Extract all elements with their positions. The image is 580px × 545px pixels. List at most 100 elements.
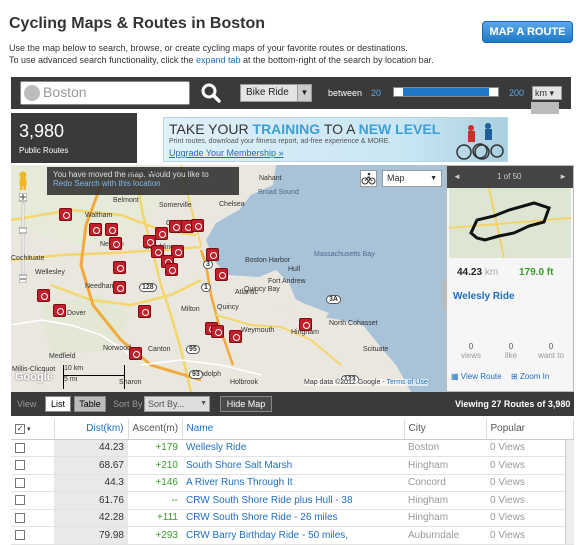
row-name-link[interactable]: CRW South Shore Ride - 26 miles <box>182 509 404 527</box>
row-city: Hingham <box>404 456 486 475</box>
row-popular: 0 Views <box>486 491 574 510</box>
row-name-link[interactable]: A River Runs Through It <box>182 474 404 492</box>
redo-search-link[interactable]: Redo Search with this location <box>53 179 233 188</box>
row-name-link[interactable]: CRW Barry Birthday Ride - 50 miles, <box>182 526 404 545</box>
cycling-marker-icon[interactable] <box>165 263 178 276</box>
cycling-marker-icon[interactable] <box>138 305 151 318</box>
column-ascent[interactable]: Ascent(m) <box>128 419 183 440</box>
cycling-marker-icon[interactable] <box>129 347 142 360</box>
map-view[interactable]: You have moved the map. Would you like t… <box>11 165 446 392</box>
cycling-marker-icon[interactable] <box>155 227 168 240</box>
checkbox-icon[interactable] <box>15 495 25 506</box>
cycling-marker-icon[interactable] <box>299 318 312 331</box>
table-row[interactable]: 61.76 -- CRW South Shore Ride plus Hull - … <box>11 491 574 510</box>
views-count: 0 <box>468 342 474 351</box>
row-popular: 0 Views <box>486 509 574 527</box>
next-arrow-icon[interactable]: ► <box>559 166 567 188</box>
column-dist[interactable]: Dist(km) <box>54 419 129 440</box>
pegman-icon[interactable] <box>16 171 30 191</box>
terms-link[interactable]: Terms of Use <box>386 379 427 386</box>
cycling-marker-icon[interactable] <box>109 237 122 250</box>
map-a-route-button[interactable]: MAP A ROUTE <box>482 21 573 43</box>
like-stat[interactable]: 0 like <box>495 342 527 360</box>
tab-list[interactable]: List <box>45 396 71 412</box>
row-ascent: +210 <box>128 456 182 475</box>
row-checkbox[interactable] <box>11 439 54 457</box>
table-row[interactable]: 44.3 +146 A River Runs Through It Concord 0 … <box>11 474 574 492</box>
hide-map-button[interactable]: Hide Map <box>220 396 272 412</box>
table-row[interactable]: 79.98 +293 CRW Barry Birthday Ride - 50 mi… <box>11 526 574 545</box>
like-label: like <box>504 351 517 360</box>
row-checkbox[interactable] <box>11 509 54 527</box>
unit-select[interactable]: km ▾ <box>532 86 562 100</box>
row-ascent: +293 <box>128 526 182 545</box>
bike-layer-toggle[interactable] <box>360 170 377 187</box>
select-all-header[interactable]: ✓ ▾ <box>11 419 55 440</box>
map-place-label: Waltham <box>85 212 113 219</box>
row-checkbox[interactable] <box>11 526 54 545</box>
column-name[interactable]: Name <box>182 419 405 440</box>
map-scale: 10 km 5 mi <box>63 365 125 389</box>
column-city[interactable]: City <box>404 419 487 440</box>
cycling-marker-icon[interactable] <box>53 304 66 317</box>
distance-slider-fill[interactable] <box>403 88 489 96</box>
expand-tab[interactable] <box>531 102 559 114</box>
row-ascent: +111 <box>128 509 182 527</box>
map-place-label: Holbrook <box>230 379 259 386</box>
previous-arrow-icon[interactable]: ◄ <box>453 166 461 188</box>
sort-label: Sort By <box>113 399 143 409</box>
view-route-link[interactable]: ▦ View Route <box>451 372 502 381</box>
checkbox-icon[interactable] <box>15 460 25 471</box>
row-checkbox[interactable] <box>11 456 54 475</box>
cycling-marker-icon[interactable] <box>206 248 219 261</box>
cycling-marker-icon[interactable] <box>59 208 72 221</box>
zoom-control[interactable] <box>18 192 28 284</box>
row-checkbox[interactable] <box>11 474 54 492</box>
cycling-marker-icon[interactable] <box>37 289 50 302</box>
cycling-marker-icon[interactable] <box>105 223 118 236</box>
scrollbar[interactable] <box>565 440 574 544</box>
tab-table[interactable]: Table <box>74 396 106 412</box>
view-route-label: View Route <box>460 372 502 381</box>
map-place-label: Massachusetts Bay <box>314 251 375 258</box>
upgrade-link[interactable]: Upgrade Your Membership » <box>169 148 284 158</box>
table-row[interactable]: 44.23 +179 Wellesly Ride Boston 0 Views <box>11 439 574 457</box>
table-row[interactable]: 68.67 +210 South Shore Salt Marsh Hingham 0 … <box>11 456 574 475</box>
search-icon[interactable] <box>197 80 225 106</box>
zoom-in-label: Zoom In <box>519 372 550 381</box>
route-elevation: 179.0 ft <box>519 267 554 278</box>
row-name-link[interactable]: South Shore Salt Marsh <box>182 456 404 475</box>
cycling-marker-icon[interactable] <box>113 281 126 294</box>
row-distance: 44.3 <box>54 474 128 492</box>
expand-tab-link[interactable]: expand tab <box>196 55 241 65</box>
map-type-select[interactable]: Map ▼ <box>382 170 442 187</box>
cycling-marker-icon[interactable] <box>211 325 224 338</box>
checkbox-icon[interactable] <box>15 477 25 488</box>
route-name-link[interactable]: Welesly Ride <box>453 291 515 302</box>
collapse-panel-handle[interactable] <box>442 280 447 310</box>
checkbox-icon[interactable] <box>15 512 25 523</box>
checkbox-icon[interactable] <box>15 442 25 453</box>
chevron-down-icon: ▼ <box>297 85 311 101</box>
zoom-in-link[interactable]: ⊞ Zoom In <box>511 372 549 381</box>
column-popular[interactable]: Popular <box>486 419 574 440</box>
wantto-stat[interactable]: 0 want to <box>533 342 569 360</box>
table-row[interactable]: 42.28 +111 CRW South Shore Ride - 26 miles… <box>11 509 574 527</box>
cycling-marker-icon[interactable] <box>215 268 228 281</box>
row-name-link[interactable]: CRW South Shore Ride plus Hull - 38 <box>182 491 404 510</box>
row-distance: 61.76 <box>54 491 128 510</box>
map-place-label: Burlington <box>126 169 158 176</box>
intro-text-post: at the bottom-right of the search by loc… <box>240 55 434 65</box>
road-shield: 93 <box>189 370 203 379</box>
row-checkbox[interactable] <box>11 491 54 510</box>
cycling-marker-icon[interactable] <box>191 219 204 232</box>
route-thumbnail[interactable] <box>448 187 572 259</box>
sort-select[interactable]: Sort By... ▼ <box>144 396 210 412</box>
activity-type-select[interactable]: Bike Ride ▼ <box>240 84 312 102</box>
cycling-marker-icon[interactable] <box>113 261 126 274</box>
checkbox-icon[interactable] <box>15 530 25 541</box>
row-name-link[interactable]: Wellesly Ride <box>182 439 404 457</box>
location-search-input[interactable]: Boston <box>43 84 87 100</box>
cycling-marker-icon[interactable] <box>89 223 102 236</box>
cycling-marker-icon[interactable] <box>229 330 242 343</box>
